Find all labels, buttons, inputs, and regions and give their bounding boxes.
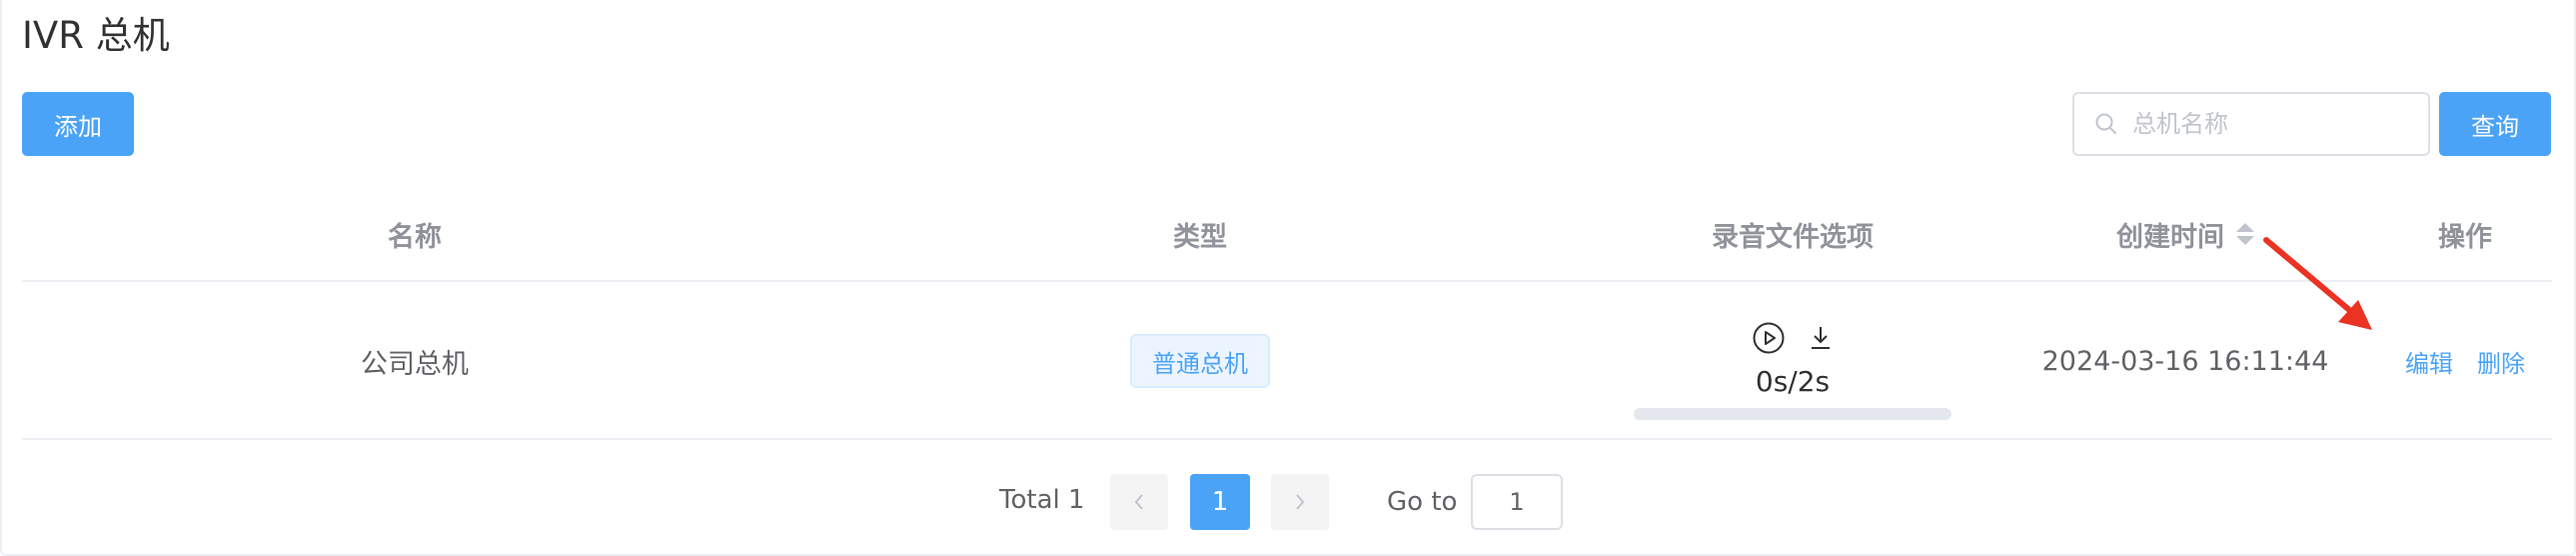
search-input[interactable]	[2132, 110, 2422, 138]
recording-time: 0s/2s	[1755, 364, 1831, 398]
goto-label: Go to	[1387, 487, 1458, 517]
goto-page-input[interactable]	[1471, 474, 1563, 530]
column-header-actions: 操作	[2438, 221, 2492, 253]
column-header-name: 名称	[388, 221, 442, 253]
play-icon[interactable]	[1752, 321, 1786, 355]
search-box[interactable]	[2072, 92, 2430, 156]
pagination-total: Total 1	[999, 485, 1085, 515]
chevron-right-icon	[1296, 494, 1305, 510]
table-header: 名称 类型 录音文件选项 创建时间 操作	[22, 186, 2552, 282]
prev-page-button[interactable]	[1110, 474, 1168, 530]
column-header-recording: 录音文件选项	[1712, 221, 1874, 253]
column-header-created-label: 创建时间	[2116, 221, 2224, 253]
cell-name: 公司总机	[361, 348, 469, 380]
query-button[interactable]: 查询	[2439, 92, 2551, 156]
download-icon[interactable]	[1808, 324, 1834, 352]
add-button[interactable]: 添加	[22, 92, 134, 156]
edit-link[interactable]: 编辑	[2405, 344, 2453, 379]
next-page-button[interactable]	[1271, 474, 1329, 530]
page-title: IVR 总机	[22, 14, 170, 57]
search-icon	[2095, 113, 2116, 134]
chevron-left-icon	[1134, 494, 1143, 510]
cell-recording: 0s/2s	[1593, 282, 1992, 440]
sort-icon[interactable]	[2236, 223, 2254, 245]
page-number-current[interactable]: 1	[1190, 474, 1250, 530]
annotation-arrow	[2263, 237, 2372, 330]
cell-actions: 编辑 删除	[2378, 282, 2552, 440]
column-header-type: 类型	[1173, 221, 1227, 253]
cell-type: 普通总机	[807, 282, 1593, 440]
table-row: 公司总机 普通总机 0s/2s 2024-03-16 16:11:44 编辑 删…	[22, 282, 2552, 440]
type-tag: 普通总机	[1130, 334, 1270, 388]
recording-progress-bar[interactable]	[1634, 407, 1951, 420]
delete-link[interactable]: 删除	[2477, 344, 2525, 379]
